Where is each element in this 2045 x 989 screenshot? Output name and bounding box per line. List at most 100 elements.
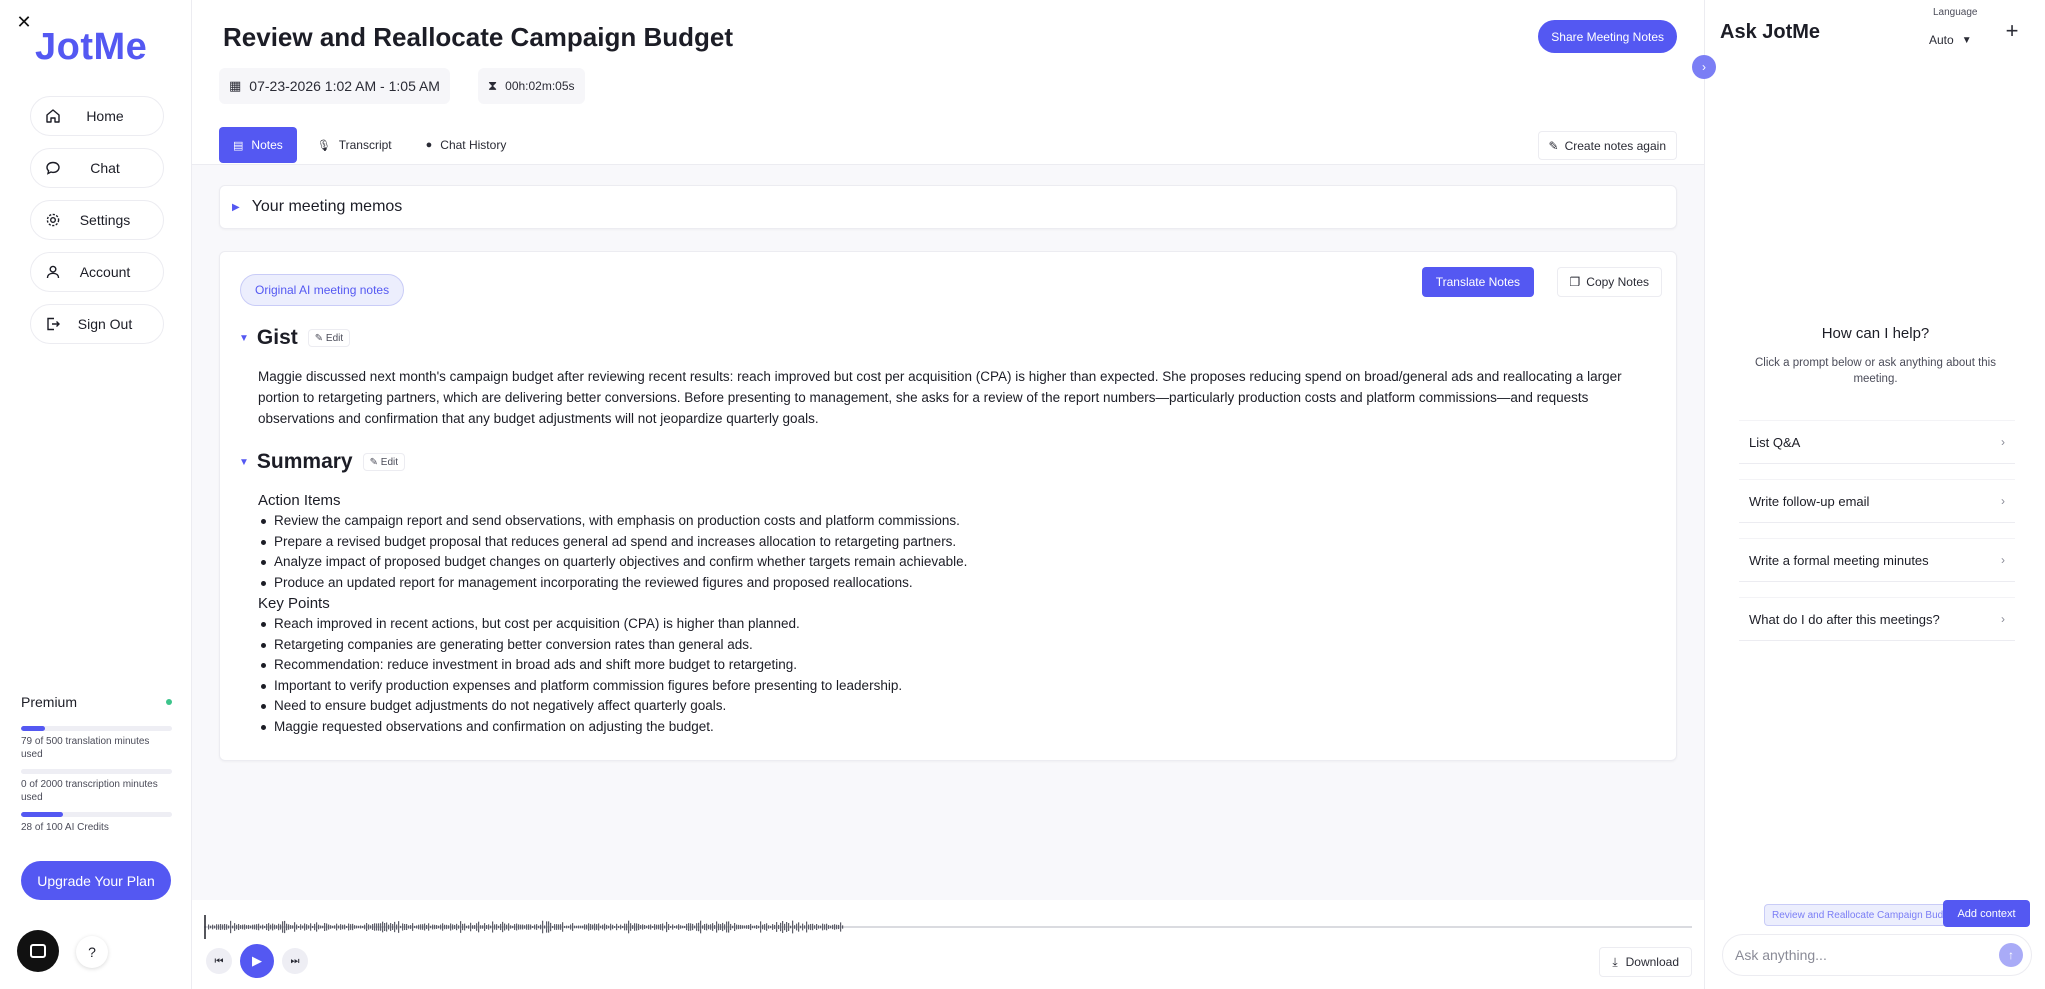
play-icon[interactable]: ▶ bbox=[240, 944, 274, 978]
waveform-bar bbox=[516, 923, 518, 931]
caret-down-icon[interactable]: ▼ bbox=[239, 457, 249, 468]
prompt-label: Write a formal meeting minutes bbox=[1749, 552, 1929, 568]
waveform-bar bbox=[284, 920, 286, 934]
sidebar-item-sign-out[interactable]: Sign Out bbox=[30, 304, 164, 344]
tab-transcript[interactable]: 🎙︎ Transcript bbox=[303, 127, 406, 163]
prompt-list-qa[interactable]: List Q&A › bbox=[1739, 420, 2015, 464]
waveform-bar bbox=[352, 923, 354, 931]
tab-notes[interactable]: ▤ Notes bbox=[219, 127, 297, 163]
waveform-bar bbox=[684, 925, 686, 929]
collapse-panel-button[interactable]: › bbox=[1692, 55, 1716, 79]
ask-input-container: ↑ bbox=[1722, 934, 2032, 976]
language-label: Language bbox=[1933, 7, 1978, 18]
waveform-bar bbox=[562, 922, 564, 932]
new-chat-plus-icon[interactable]: + bbox=[2001, 20, 2023, 42]
waveform-bar bbox=[622, 925, 624, 929]
waveform-bar bbox=[830, 925, 832, 929]
sidebar-nav: Home Chat Settings Account Sign Out bbox=[30, 96, 164, 356]
waveform-bar bbox=[530, 924, 532, 930]
upgrade-button[interactable]: Upgrade Your Plan bbox=[21, 861, 171, 900]
caret-down-icon[interactable]: ▼ bbox=[239, 333, 249, 344]
waveform-bar bbox=[346, 925, 348, 929]
ask-input[interactable] bbox=[1735, 947, 1999, 963]
home-icon bbox=[46, 109, 60, 123]
waveform-bar bbox=[418, 924, 420, 930]
waveform-bar bbox=[230, 920, 232, 934]
waveform-bar bbox=[402, 923, 404, 931]
key-points-list: Reach improved in recent actions, but co… bbox=[258, 614, 1658, 737]
help-button[interactable]: ? bbox=[76, 936, 108, 968]
waveform-bar bbox=[480, 925, 482, 929]
waveform-bar bbox=[654, 924, 656, 930]
waveform-bar bbox=[408, 925, 410, 929]
waveform-bar bbox=[672, 924, 674, 930]
waveform-bar bbox=[722, 922, 724, 932]
button-label: Create notes again bbox=[1564, 138, 1666, 153]
add-context-button[interactable]: Add context bbox=[1943, 900, 2030, 927]
waveform-bar bbox=[790, 925, 792, 929]
skip-back-icon[interactable]: ⏮ bbox=[206, 948, 232, 974]
waveform-bar bbox=[448, 925, 450, 929]
prompt-next-steps[interactable]: What do I do after this meetings? › bbox=[1739, 597, 2015, 641]
waveform-bar bbox=[792, 920, 794, 934]
help-title: How can I help? bbox=[1821, 325, 1930, 342]
copy-notes-button[interactable]: ❐ Copy Notes bbox=[1556, 267, 1662, 297]
sidebar-item-label: Home bbox=[86, 108, 124, 124]
sidebar-item-account[interactable]: Account bbox=[30, 252, 164, 292]
edit-summary-button[interactable]: ✎ Edit bbox=[362, 453, 406, 471]
create-notes-again-button[interactable]: ✎ Create notes again bbox=[1537, 131, 1677, 160]
main-content: Review and Reallocate Campaign Budget Sh… bbox=[192, 0, 1704, 989]
waveform-bar bbox=[226, 924, 228, 930]
waveform-bar bbox=[776, 922, 778, 932]
close-icon[interactable]: ✕ bbox=[14, 12, 34, 32]
skip-forward-icon[interactable]: ⏭ bbox=[282, 948, 308, 974]
waveform-bar bbox=[446, 924, 448, 930]
sidebar-item-chat[interactable]: Chat bbox=[30, 148, 164, 188]
waveform-bar bbox=[636, 923, 638, 931]
waveform-bar bbox=[324, 923, 326, 931]
language-select[interactable]: Auto ▼ bbox=[1923, 28, 1978, 52]
prompt-formal-minutes[interactable]: Write a formal meeting minutes › bbox=[1739, 538, 2015, 582]
waveform-bar bbox=[248, 924, 250, 930]
action-items-list: Review the campaign report and send obse… bbox=[258, 511, 1658, 593]
translate-notes-button[interactable]: Translate Notes bbox=[1421, 267, 1534, 297]
waveform-bar bbox=[274, 924, 276, 930]
sidebar-item-label: Settings bbox=[79, 212, 131, 228]
waveform-bar bbox=[538, 925, 540, 929]
waveform-bar bbox=[404, 924, 406, 930]
waveform-bar bbox=[596, 924, 598, 930]
waveform-bar bbox=[772, 924, 774, 930]
waveform-bar bbox=[802, 923, 804, 931]
waveform-bar bbox=[370, 925, 372, 929]
meeting-memos-toggle[interactable]: ▶ Your meeting memos bbox=[219, 185, 1677, 229]
chat-launcher-button[interactable] bbox=[17, 930, 59, 972]
waveform-bar bbox=[432, 924, 434, 930]
waveform-bar bbox=[696, 923, 698, 931]
waveform-bar bbox=[260, 925, 262, 929]
ask-panel-title: Ask JotMe bbox=[1720, 21, 1821, 43]
waveform-bar bbox=[564, 925, 566, 929]
waveform-bar bbox=[440, 924, 442, 930]
summary-body: Action Items Review the campaign report … bbox=[258, 490, 1658, 737]
audio-waveform[interactable] bbox=[204, 914, 1692, 940]
send-arrow-icon[interactable]: ↑ bbox=[1999, 943, 2023, 967]
edit-gist-button[interactable]: ✎ Edit bbox=[307, 329, 351, 347]
context-chip[interactable]: Review and Reallocate Campaign Budget bbox=[1764, 904, 1950, 926]
waveform-bar bbox=[600, 925, 602, 929]
help-subtitle: Click a prompt below or ask anything abo… bbox=[1755, 357, 1996, 385]
waveform-bar bbox=[518, 924, 520, 930]
sidebar-item-settings[interactable]: Settings bbox=[30, 200, 164, 240]
prompt-follow-up-email[interactable]: Write follow-up email › bbox=[1739, 479, 2015, 523]
waveform-bar bbox=[526, 924, 528, 930]
original-ai-notes-badge[interactable]: Original AI meeting notes bbox=[240, 274, 405, 306]
waveform-bar bbox=[584, 924, 586, 930]
tab-chat-history[interactable]: ● Chat History bbox=[412, 127, 521, 163]
download-button[interactable]: ⤓ Download bbox=[1599, 947, 1692, 977]
waveform-bar bbox=[690, 923, 692, 931]
sidebar-item-home[interactable]: Home bbox=[30, 96, 164, 136]
waveform-bar bbox=[506, 924, 508, 930]
microphone-icon: 🎙︎ bbox=[316, 139, 331, 152]
waveform-bar bbox=[500, 923, 502, 931]
key-points-title: Key Points bbox=[258, 595, 330, 612]
share-meeting-notes-button[interactable]: Share Meeting Notes bbox=[1538, 20, 1677, 53]
